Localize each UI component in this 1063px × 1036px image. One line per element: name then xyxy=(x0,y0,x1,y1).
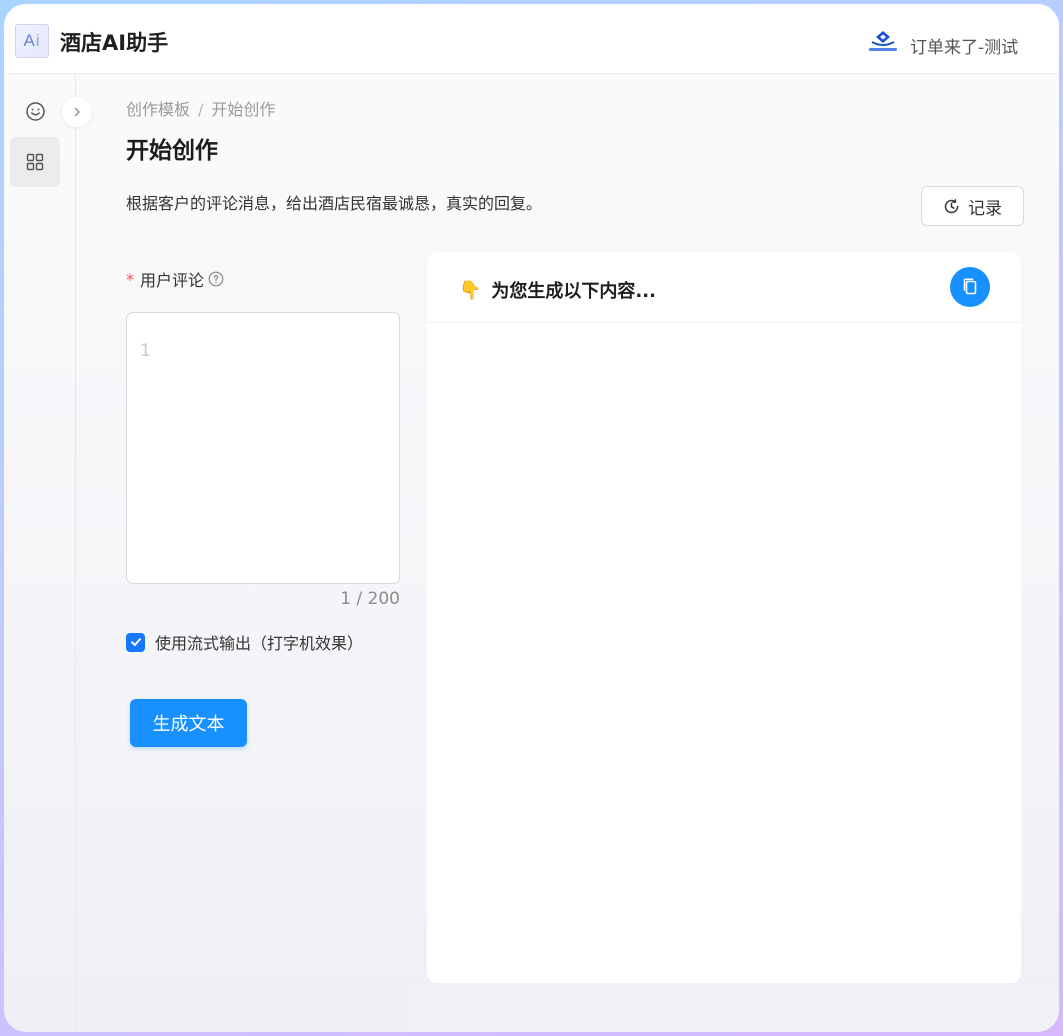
comment-textarea[interactable] xyxy=(126,312,400,584)
output-title-text: 为您生成以下内容... xyxy=(491,281,656,302)
comment-field-label: * 用户评论 xyxy=(126,267,224,291)
smile-icon xyxy=(25,101,45,121)
chevron-right-icon xyxy=(74,107,80,117)
breadcrumb-item-current: 开始创作 xyxy=(211,100,276,119)
app-logo: Ai xyxy=(15,24,49,58)
page-title: 开始创作 xyxy=(126,138,218,164)
breadcrumb-item-templates[interactable]: 创作模板 xyxy=(126,100,190,119)
brand-name[interactable]: 订单来了-测试 xyxy=(910,33,1018,58)
check-icon xyxy=(130,638,141,646)
history-button-label: 记录 xyxy=(968,198,1002,219)
char-counter: 1 / 200 xyxy=(340,589,400,609)
page-description: 根据客户的评论消息，给出酒店民宿最诚恳，真实的回复。 xyxy=(126,194,543,213)
app-title: 酒店AI助手 xyxy=(60,31,169,55)
logo-letter-i: i xyxy=(35,31,41,50)
stream-output-checkbox[interactable] xyxy=(126,632,145,652)
output-title: 👇 为您生成以下内容... xyxy=(459,277,656,303)
breadcrumb-separator: / xyxy=(198,100,204,119)
top-bar: Ai 酒店AI助手 订单来了-测试 xyxy=(4,4,1059,74)
footer-strip xyxy=(410,989,1059,1032)
brand-logo-icon xyxy=(869,31,897,51)
required-mark: * xyxy=(126,269,134,289)
breadcrumb: 创作模板 / 开始创作 xyxy=(126,96,275,120)
grid-icon xyxy=(26,153,44,171)
sidebar xyxy=(4,74,76,1032)
copy-icon xyxy=(963,278,977,295)
logo-letter: A xyxy=(23,31,36,50)
output-panel: 👇 为您生成以下内容... xyxy=(427,252,1021,983)
help-icon[interactable] xyxy=(208,271,224,287)
stream-output-option[interactable]: 使用流式输出（打字机效果） xyxy=(126,630,363,654)
pointing-down-icon: 👇 xyxy=(459,279,482,301)
history-clock-icon xyxy=(944,198,959,213)
sidebar-item-templates[interactable] xyxy=(10,137,60,187)
stream-output-label: 使用流式输出（打字机效果） xyxy=(155,634,364,653)
sidebar-item-chat[interactable] xyxy=(10,86,60,136)
app-window: Ai 酒店AI助手 订单来了-测试 创作模板 / 开始创作 开始创作 根据客户的… xyxy=(4,4,1059,1032)
generate-button[interactable]: 生成文本 xyxy=(130,699,247,747)
sidebar-expand-button[interactable] xyxy=(62,97,92,127)
copy-button[interactable] xyxy=(950,267,990,307)
history-button[interactable]: 记录 xyxy=(921,186,1024,226)
comment-label-text: 用户评论 xyxy=(140,271,205,290)
output-header: 👇 为您生成以下内容... xyxy=(427,252,1021,323)
